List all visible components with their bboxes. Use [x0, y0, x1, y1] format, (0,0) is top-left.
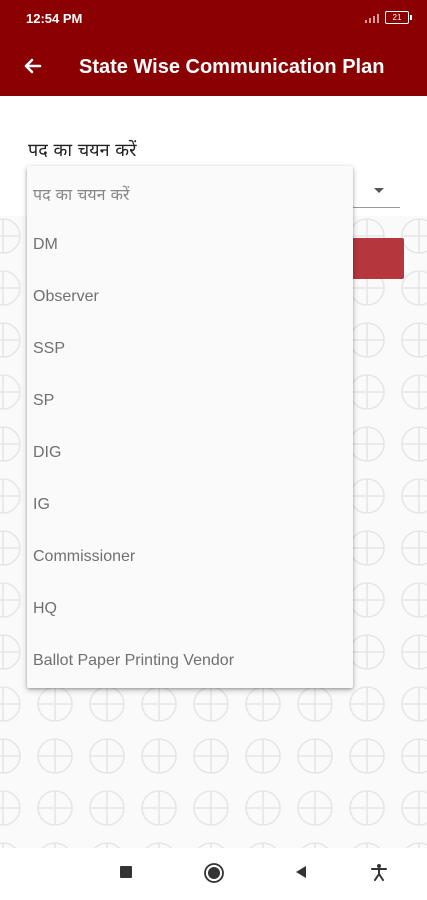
option-hq[interactable]: HQ — [27, 583, 353, 635]
option-ig[interactable]: IG — [27, 479, 353, 531]
arrow-left-icon — [24, 58, 42, 74]
status-icons: 21 — [363, 11, 412, 24]
option-dm[interactable]: DM — [27, 219, 353, 271]
option-dig[interactable]: DIG — [27, 427, 353, 479]
option-sp[interactable]: SP — [27, 375, 353, 427]
square-icon[interactable] — [118, 864, 134, 880]
status-bar: 12:54 PM 21 — [0, 0, 427, 37]
designation-label: पद का चयन करें — [28, 140, 137, 161]
status-time: 12:54 PM — [26, 11, 83, 26]
designation-select-underline — [352, 207, 400, 208]
signal-icon — [365, 13, 379, 23]
app-bar: State Wise Communication Plan — [0, 37, 427, 96]
page-title: State Wise Communication Plan — [79, 56, 385, 78]
option-observer[interactable]: Observer — [27, 271, 353, 323]
battery-icon: 21 — [385, 11, 412, 24]
dropdown-arrow-icon[interactable] — [374, 188, 384, 193]
back-triangle-icon[interactable] — [293, 864, 309, 880]
designation-dropdown[interactable]: पद का चयन करें DM Observer SSP SP DIG IG… — [27, 166, 353, 688]
option-ballot-paper-printing-vendor[interactable]: Ballot Paper Printing Vendor — [27, 635, 353, 687]
home-circle-icon[interactable] — [203, 862, 225, 884]
accessibility-icon[interactable] — [370, 863, 388, 881]
system-nav-bar — [0, 848, 427, 900]
back-button[interactable] — [18, 51, 48, 81]
dropdown-header[interactable]: पद का चयन करें — [33, 183, 129, 205]
battery-level: 21 — [392, 13, 402, 22]
submit-button[interactable] — [352, 238, 404, 279]
option-ssp[interactable]: SSP — [27, 323, 353, 375]
option-commissioner[interactable]: Commissioner — [27, 531, 353, 583]
